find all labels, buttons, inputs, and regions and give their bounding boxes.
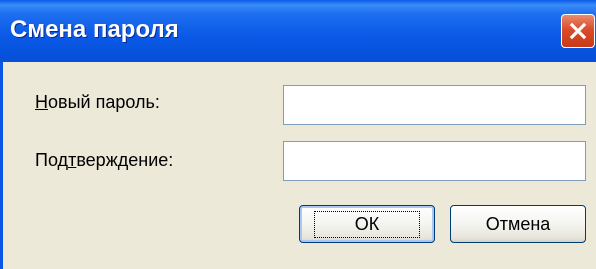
new-password-field[interactable] (283, 85, 586, 125)
title-bar[interactable]: Смена пароля (0, 0, 596, 62)
window-title: Смена пароля (10, 16, 179, 43)
ok-button-label: ОК (313, 210, 421, 238)
password-change-dialog: Смена пароля Новый пароль: Подтверждение… (0, 0, 596, 269)
close-button[interactable] (561, 14, 595, 48)
new-password-label: Новый пароль: (35, 92, 160, 112)
close-icon (569, 22, 587, 40)
confirm-password-field[interactable] (283, 141, 586, 181)
ok-button[interactable]: ОК (299, 205, 435, 243)
cancel-button[interactable]: Отмена (450, 205, 586, 243)
cancel-button-label: Отмена (485, 213, 551, 234)
confirm-password-label: Подтверждение: (35, 150, 174, 170)
